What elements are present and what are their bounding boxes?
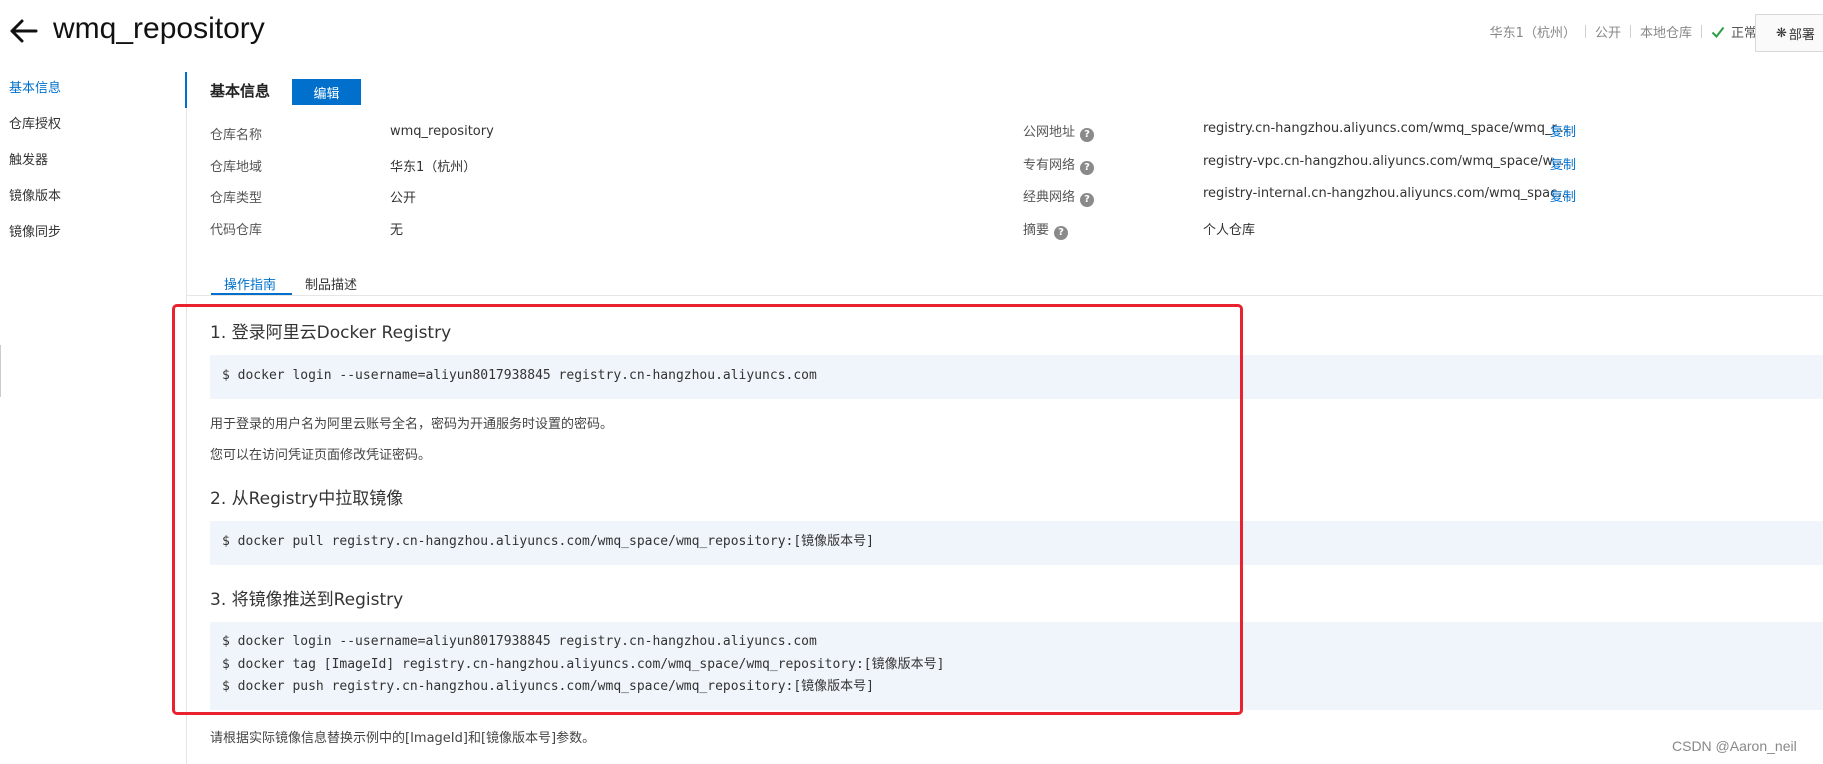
meta-divider xyxy=(1629,25,1631,38)
code-line: $ docker login --username=aliyun80179388… xyxy=(222,634,817,649)
info-value: 公开 xyxy=(390,191,417,206)
classic-address-value: registry-internal.cn-hangzhou.aliyuncs.c… xyxy=(1203,186,1570,201)
sidebar-nav: 基本信息 仓库授权 触发器 镜像版本 镜像同步 xyxy=(0,80,187,260)
summary-value: 个人仓库 xyxy=(1203,223,1256,238)
region-text: 华东1（杭州） xyxy=(1489,26,1576,41)
pull-code-block[interactable]: $ docker pull registry.cn-hangzhou.aliyu… xyxy=(210,521,1823,565)
visibility-text: 公开 xyxy=(1594,26,1621,41)
page-title: wmq_repository xyxy=(53,12,265,45)
meta-divider xyxy=(1584,25,1586,38)
push-code-block[interactable]: $ docker login --username=aliyun80179388… xyxy=(210,622,1823,710)
deploy-label: 部署 xyxy=(1788,27,1815,43)
tabs-divider xyxy=(187,295,1823,296)
vpc-address-value: registry-vpc.cn-hangzhou.aliyuncs.com/wm… xyxy=(1203,154,1565,169)
info-value: wmq_repository xyxy=(390,124,494,139)
info-label-text: 专有网络 xyxy=(1023,158,1076,173)
credential-note: 您可以在访问凭证页面修改凭证密码。 xyxy=(210,448,432,463)
repo-meta: 华东1（杭州） 公开 本地仓库 正常 xyxy=(1490,22,1757,41)
public-address-value: registry.cn-hangzhou.aliyuncs.com/wmq_sp… xyxy=(1203,121,1568,136)
info-label-summary: 摘要? xyxy=(1023,219,1069,240)
sidebar-item-image-sync[interactable]: 镜像同步 xyxy=(0,224,187,260)
login-note: 用于登录的用户名为阿里云账号全名，密码为开通服务时设置的密码。 xyxy=(210,417,614,432)
info-value: 华东1（杭州） xyxy=(390,160,477,175)
help-icon[interactable]: ? xyxy=(1080,128,1095,142)
nav-active-indicator xyxy=(185,72,187,108)
deploy-button[interactable]: ❋ 部署 xyxy=(1755,14,1823,52)
info-value: 无 xyxy=(390,223,404,238)
copy-vpc-address-link[interactable]: 复制 xyxy=(1550,154,1576,173)
code-line: $ docker login --username=aliyun80179388… xyxy=(222,368,817,383)
back-arrow-icon[interactable] xyxy=(6,14,40,48)
code-line: $ docker pull registry.cn-hangzhou.aliyu… xyxy=(222,534,874,549)
help-icon[interactable]: ? xyxy=(1080,193,1095,207)
replace-params-note: 请根据实际镜像信息替换示例中的[ImageId]和[镜像版本号]参数。 xyxy=(210,731,596,746)
status-badge: 正常 xyxy=(1711,22,1757,41)
section-title: 基本信息 xyxy=(210,82,271,100)
deploy-icon: ❋ xyxy=(1776,25,1787,41)
sidebar-item-image-versions[interactable]: 镜像版本 xyxy=(0,188,187,224)
meta-divider xyxy=(1700,25,1702,38)
step1-heading: 1. 登录阿里云Docker Registry xyxy=(210,323,452,343)
sidebar-item-trigger[interactable]: 触发器 xyxy=(0,152,187,188)
help-icon[interactable]: ? xyxy=(1054,226,1069,240)
help-icon[interactable]: ? xyxy=(1080,161,1095,175)
info-label: 代码仓库 xyxy=(210,223,263,238)
info-label-text: 经典网络 xyxy=(1023,190,1076,205)
info-label-text: 公网地址 xyxy=(1023,125,1076,140)
info-label-classic: 经典网络? xyxy=(1023,186,1095,207)
copy-public-address-link[interactable]: 复制 xyxy=(1550,121,1576,140)
watermark: CSDN @Aaron_neil xyxy=(1672,738,1797,754)
code-line: $ docker push registry.cn-hangzhou.aliyu… xyxy=(222,679,874,694)
active-tab-indicator xyxy=(211,293,292,295)
tab-product-description[interactable]: 制品描述 xyxy=(305,274,357,296)
left-edge-handle xyxy=(0,345,1,397)
info-label-public-address: 公网地址? xyxy=(1023,121,1095,142)
edit-button[interactable]: 编辑 xyxy=(292,79,361,105)
sidebar-item-basic-info[interactable]: 基本信息 xyxy=(0,80,187,116)
copy-classic-address-link[interactable]: 复制 xyxy=(1550,186,1576,205)
info-label: 仓库名称 xyxy=(210,128,263,143)
check-icon xyxy=(1711,26,1725,38)
info-label: 仓库地域 xyxy=(210,160,263,175)
info-label: 仓库类型 xyxy=(210,191,263,206)
info-label-vpc: 专有网络? xyxy=(1023,154,1095,175)
sidebar-item-repo-auth[interactable]: 仓库授权 xyxy=(0,116,187,152)
nav-divider xyxy=(186,72,187,764)
repo-kind-text: 本地仓库 xyxy=(1639,26,1692,41)
step2-heading: 2. 从Registry中拉取镜像 xyxy=(210,489,404,509)
code-line: $ docker tag [ImageId] registry.cn-hangz… xyxy=(222,656,945,672)
info-label-text: 摘要 xyxy=(1023,223,1050,238)
step3-heading: 3. 将镜像推送到Registry xyxy=(210,590,404,610)
status-text: 正常 xyxy=(1730,26,1757,41)
login-code-block[interactable]: $ docker login --username=aliyun80179388… xyxy=(210,355,1823,399)
